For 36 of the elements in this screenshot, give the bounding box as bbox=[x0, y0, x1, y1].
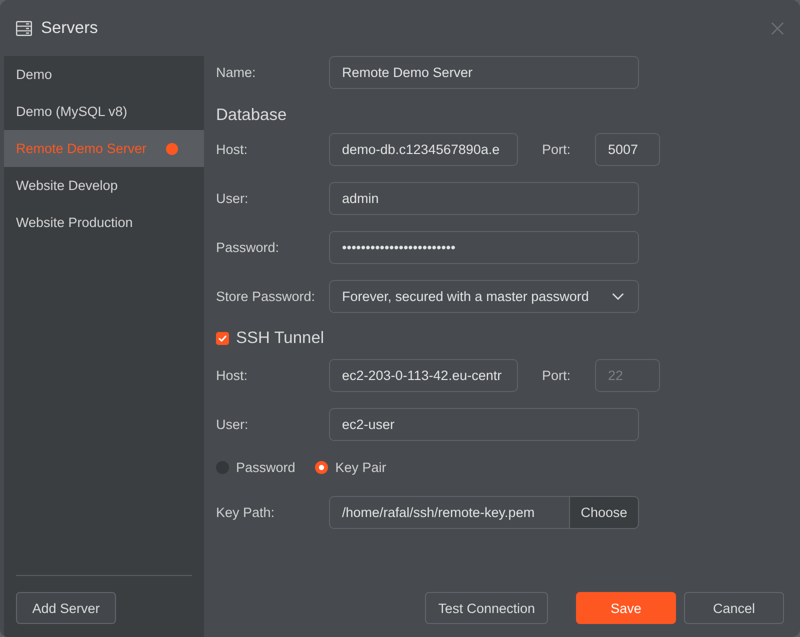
radio-label: Key Pair bbox=[335, 460, 386, 474]
user-field[interactable]: admin bbox=[329, 182, 639, 215]
host-field[interactable]: ec2-203-0-113-42.eu-centr bbox=[329, 359, 518, 392]
server-icon bbox=[16, 20, 32, 36]
sidebar-item[interactable]: Website Develop bbox=[4, 167, 204, 204]
field-label: Store Password: bbox=[216, 289, 316, 304]
checkbox-label: SSH Tunnel bbox=[236, 328, 324, 348]
dialog-button[interactable]: Test Connection bbox=[425, 592, 548, 624]
field-label: Key Path: bbox=[216, 505, 276, 520]
field-label: Port: bbox=[542, 142, 572, 157]
radio-label: Password bbox=[236, 460, 296, 474]
field-label: Name: bbox=[216, 65, 257, 80]
sidebar-item[interactable]: Demo (MySQL v8) bbox=[4, 93, 204, 130]
key-path-field[interactable]: /home/rafal/ssh/remote-key.pem bbox=[329, 496, 569, 529]
add-server-button[interactable]: Add Server bbox=[16, 592, 116, 624]
field-label: User: bbox=[216, 417, 250, 432]
chevron-down-icon bbox=[612, 293, 624, 300]
field-label: Password: bbox=[216, 240, 280, 255]
name-field[interactable]: Remote Demo Server bbox=[329, 56, 639, 89]
user-field[interactable]: ec2-user bbox=[329, 408, 639, 441]
host-field[interactable]: demo-db.c1234567890a.e bbox=[329, 133, 518, 166]
store-password-dropdown[interactable]: Forever, secured with a master password bbox=[329, 280, 639, 313]
password-field[interactable]: •••••••••••••••••••••••• bbox=[329, 231, 639, 264]
field-label: Port: bbox=[542, 368, 572, 383]
field-label: Host: bbox=[216, 368, 249, 383]
radio-button[interactable] bbox=[315, 460, 328, 474]
port-field[interactable]: 5007 bbox=[595, 133, 660, 166]
sidebar-item[interactable]: Demo bbox=[4, 56, 204, 93]
window-title: Servers bbox=[41, 18, 98, 38]
sidebar-item[interactable]: Website Production bbox=[4, 204, 204, 241]
field-label: User: bbox=[216, 191, 250, 206]
checkbox[interactable] bbox=[216, 332, 229, 344]
dialog-button[interactable]: Cancel bbox=[684, 592, 784, 624]
section-heading: Database bbox=[216, 105, 287, 126]
field-label: Host: bbox=[216, 142, 249, 157]
choose-button[interactable]: Choose bbox=[569, 496, 639, 529]
